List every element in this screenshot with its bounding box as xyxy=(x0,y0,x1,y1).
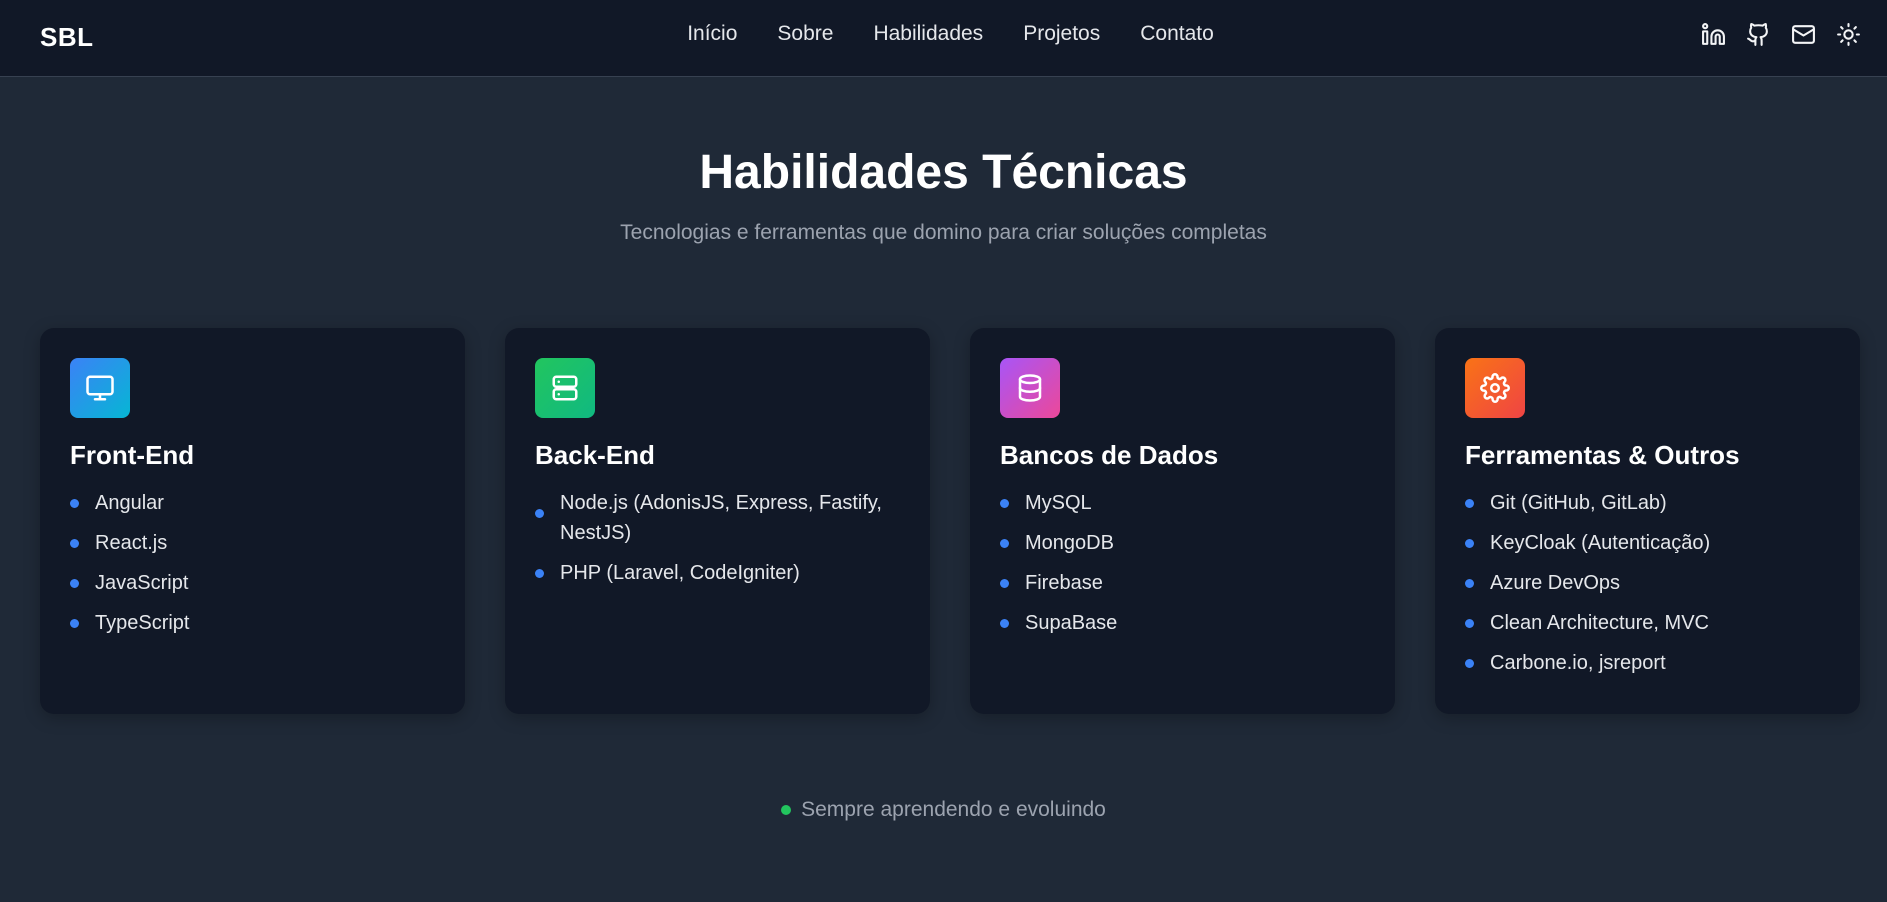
sun-icon[interactable] xyxy=(1836,22,1861,47)
list-item: MongoDB xyxy=(1000,528,1365,558)
navbar: SBL Início Sobre Habilidades Projetos Co… xyxy=(0,0,1887,77)
bullet-dot xyxy=(1000,499,1009,508)
card-list: Git (GitHub, GitLab) KeyCloak (Autentica… xyxy=(1465,488,1830,678)
list-item-label: Clean Architecture, MVC xyxy=(1490,612,1709,634)
list-item-label: Carbone.io, jsreport xyxy=(1490,652,1666,674)
list-item: React.js xyxy=(70,528,435,558)
nav-icons xyxy=(1701,22,1861,47)
bullet-dot xyxy=(1000,539,1009,548)
skill-card-tools: Ferramentas & Outros Git (GitHub, GitLab… xyxy=(1435,328,1860,714)
list-item: Carbone.io, jsreport xyxy=(1465,648,1830,678)
card-list: Node.js (AdonisJS, Express, Fastify, Nes… xyxy=(535,488,900,588)
list-item-label: Git (GitHub, GitLab) xyxy=(1490,492,1667,514)
skill-card-databases: Bancos de Dados MySQL MongoDB Firebase S… xyxy=(970,328,1395,714)
list-item: Azure DevOps xyxy=(1465,568,1830,598)
card-title: Back-End xyxy=(535,440,655,470)
card-title: Ferramentas & Outros xyxy=(1465,440,1740,470)
nav-link-inicio[interactable]: Início xyxy=(687,22,737,46)
server-icon xyxy=(535,358,595,418)
mail-icon[interactable] xyxy=(1791,22,1816,47)
list-item-label: JavaScript xyxy=(95,572,189,594)
settings-icon xyxy=(1465,358,1525,418)
linkedin-icon[interactable] xyxy=(1701,22,1726,47)
list-item: PHP (Laravel, CodeIgniter) xyxy=(535,558,900,588)
bullet-dot xyxy=(70,539,79,548)
card-list: MySQL MongoDB Firebase SupaBase xyxy=(1000,488,1365,638)
footer-note: Sempre aprendendo e evoluindo xyxy=(0,798,1887,822)
status-dot xyxy=(781,805,792,815)
bullet-dot xyxy=(1465,499,1474,508)
github-icon[interactable] xyxy=(1746,22,1771,47)
nav-link-sobre[interactable]: Sobre xyxy=(777,22,833,46)
bullet-dot xyxy=(1000,619,1009,628)
list-item-label: Azure DevOps xyxy=(1490,572,1621,594)
footer-note-text: Sempre aprendendo e evoluindo xyxy=(801,798,1106,821)
nav-links: Início Sobre Habilidades Projetos Contat… xyxy=(0,22,1887,46)
list-item: Node.js (AdonisJS, Express, Fastify, Nes… xyxy=(535,488,900,548)
monitor-icon xyxy=(70,358,130,418)
skill-card-frontend: Front-End Angular React.js JavaScript Ty… xyxy=(40,328,465,714)
bullet-dot xyxy=(1465,619,1474,628)
list-item-label: KeyCloak (Autenticação) xyxy=(1490,532,1711,554)
bullet-dot xyxy=(70,579,79,588)
list-item: SupaBase xyxy=(1000,608,1365,638)
list-item-label: PHP (Laravel, CodeIgniter) xyxy=(560,562,800,584)
list-item: Git (GitHub, GitLab) xyxy=(1465,488,1830,518)
database-icon xyxy=(1000,358,1060,418)
list-item: MySQL xyxy=(1000,488,1365,518)
bullet-dot xyxy=(70,619,79,628)
list-item-label: React.js xyxy=(95,532,168,554)
bullet-dot xyxy=(1465,579,1474,588)
list-item: KeyCloak (Autenticação) xyxy=(1465,528,1830,558)
nav-link-contato[interactable]: Contato xyxy=(1140,22,1214,46)
list-item-label: Firebase xyxy=(1025,572,1103,594)
skill-card-backend: Back-End Node.js (AdonisJS, Express, Fas… xyxy=(505,328,930,714)
nav-link-projetos[interactable]: Projetos xyxy=(1023,22,1100,46)
list-item-label: MySQL xyxy=(1025,492,1092,514)
skills-cards: Front-End Angular React.js JavaScript Ty… xyxy=(40,328,1860,714)
bullet-dot xyxy=(70,499,79,508)
list-item: Angular xyxy=(70,488,435,518)
bullet-dot xyxy=(535,509,544,518)
list-item-label: Angular xyxy=(95,492,164,514)
list-item: Clean Architecture, MVC xyxy=(1465,608,1830,638)
list-item: TypeScript xyxy=(70,608,435,638)
section-title: Habilidades Técnicas xyxy=(699,146,1188,199)
bullet-dot xyxy=(1465,539,1474,548)
bullet-dot xyxy=(1000,579,1009,588)
bullet-dot xyxy=(535,569,544,578)
card-list: Angular React.js JavaScript TypeScript xyxy=(70,488,435,638)
list-item-label: Node.js (AdonisJS, Express, Fastify, Nes… xyxy=(560,492,882,544)
bullet-dot xyxy=(1465,659,1474,668)
card-title: Bancos de Dados xyxy=(1000,440,1219,470)
list-item: Firebase xyxy=(1000,568,1365,598)
list-item: JavaScript xyxy=(70,568,435,598)
section-subtitle: Tecnologias e ferramentas que domino par… xyxy=(620,221,1267,244)
card-title: Front-End xyxy=(70,440,195,470)
list-item-label: SupaBase xyxy=(1025,612,1118,634)
nav-link-habilidades[interactable]: Habilidades xyxy=(873,22,983,46)
list-item-label: MongoDB xyxy=(1025,532,1114,554)
list-item-label: TypeScript xyxy=(95,612,190,634)
